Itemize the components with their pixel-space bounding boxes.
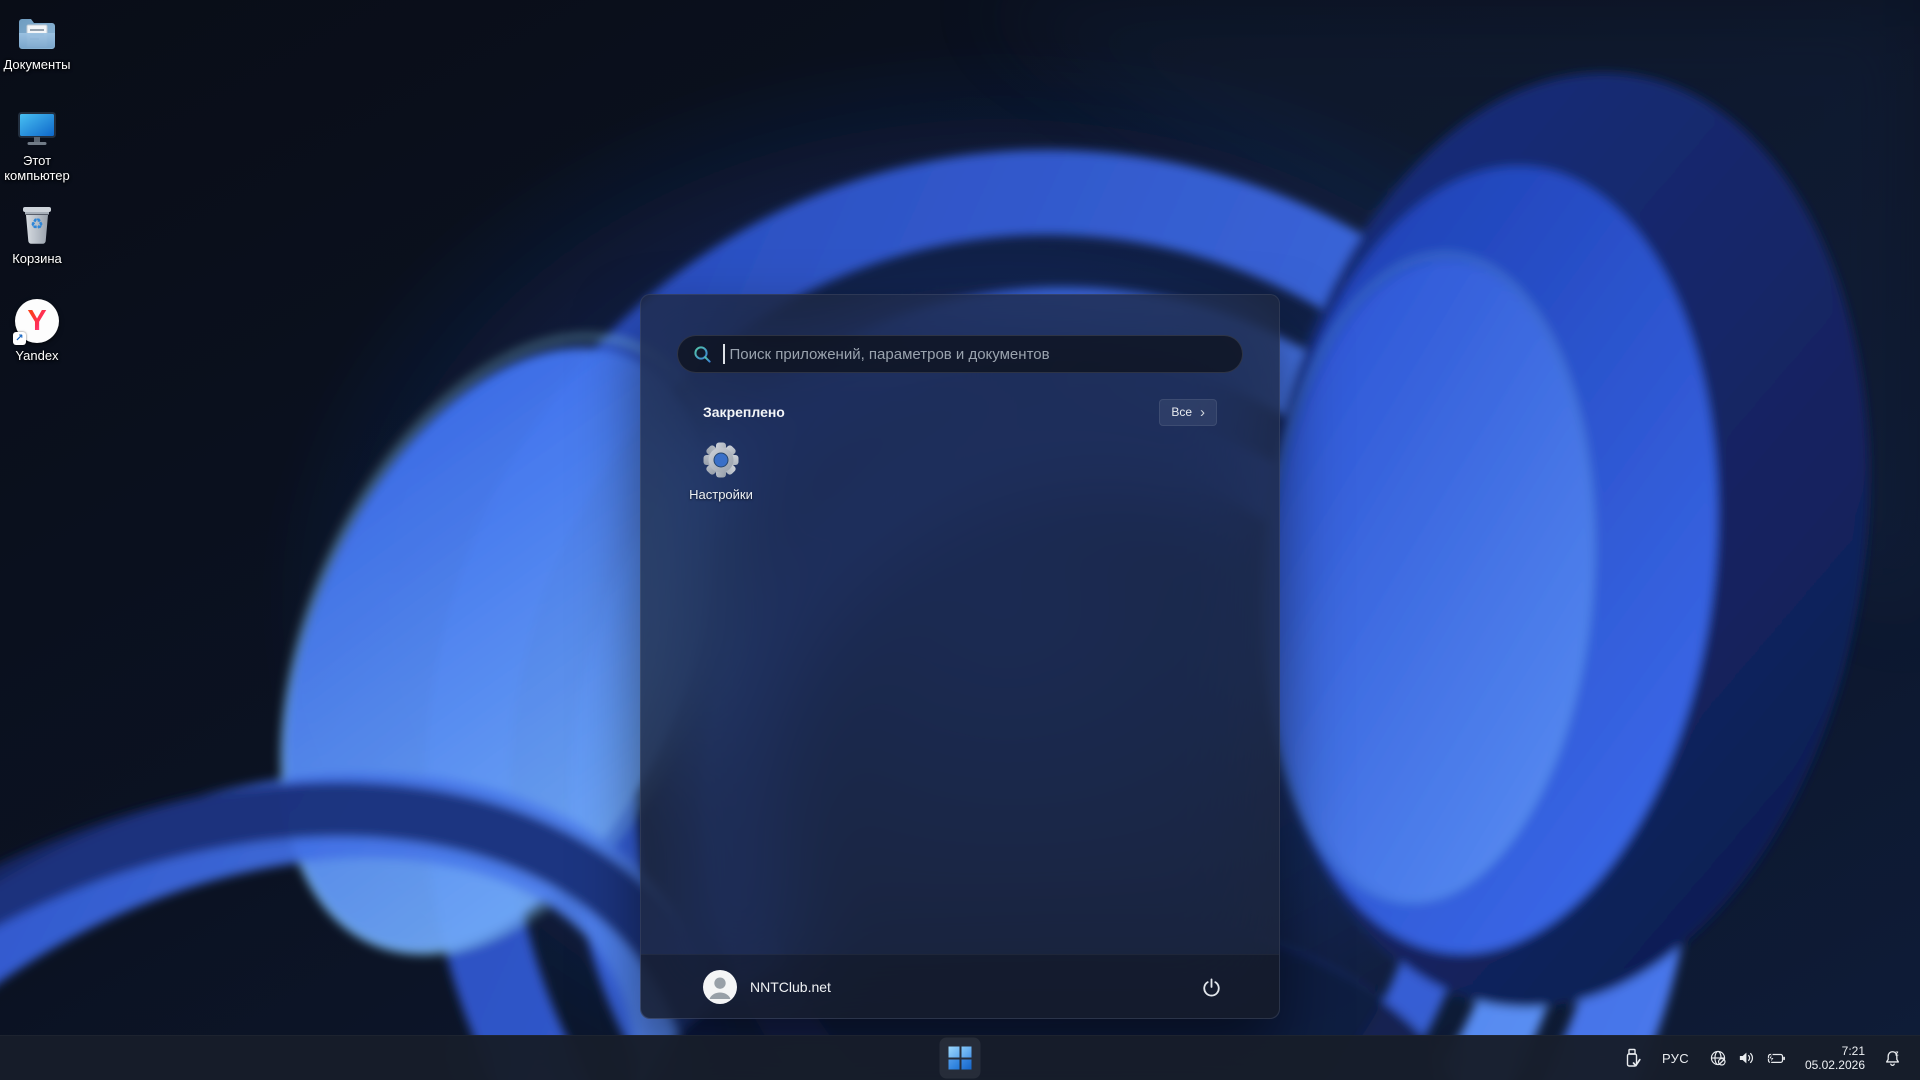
chevron-right-icon: ›	[1200, 403, 1205, 421]
desktop-icon-label: Этот компьютер	[4, 153, 70, 183]
volume-icon	[1739, 1052, 1753, 1064]
safely-remove-hardware-button[interactable]	[1614, 1040, 1651, 1076]
do-not-disturb-bell-icon: z	[1885, 1050, 1899, 1066]
system-tray: РУС 7:21 05.02.2026 z	[1614, 1036, 1910, 1080]
start-button[interactable]	[939, 1037, 981, 1079]
yandex-browser-icon: Y ↗	[13, 299, 59, 345]
tray-date: 05.02.2026	[1804, 1058, 1865, 1072]
search-icon	[694, 345, 711, 363]
desktop-icon-yandex[interactable]: Y ↗ Yandex	[1, 299, 73, 363]
shortcut-arrow-icon: ↗	[13, 332, 26, 345]
desktop-icon-label: Документы	[3, 57, 71, 72]
all-apps-label: Все	[1171, 405, 1192, 419]
desktop-icon-recycle-bin[interactable]: ♻ Корзина	[1, 202, 73, 266]
desktop-icon-label: Корзина	[12, 251, 62, 266]
documents-folder-icon	[16, 8, 58, 52]
desktop-icon-label: Yandex	[15, 348, 59, 363]
desktop: Документы Этот компьютер ♻ Корзина Y ↗ Y…	[0, 0, 1920, 1080]
user-account-button[interactable]: NNTClub.net	[703, 970, 831, 1004]
notifications-button[interactable]: z	[1875, 1040, 1910, 1076]
language-code: РУС	[1662, 1050, 1689, 1066]
all-apps-button[interactable]: Все ›	[1159, 398, 1217, 426]
start-menu: Закреплено Все › Настройки	[640, 294, 1280, 1019]
quick-settings-button[interactable]	[1700, 1040, 1795, 1076]
desktop-icon-documents[interactable]: Документы	[1, 8, 73, 72]
network-offline-globe-icon	[1710, 1050, 1726, 1066]
user-avatar-icon	[703, 970, 737, 1004]
pinned-app-settings[interactable]: Настройки	[673, 431, 769, 511]
text-caret	[723, 344, 725, 364]
recycle-symbol-icon: ♻	[30, 216, 44, 233]
windows-logo-icon	[948, 1046, 972, 1070]
start-menu-footer: NNTClub.net	[641, 954, 1279, 1018]
svg-text:z: z	[1895, 1050, 1899, 1057]
tray-time: 7:21	[1841, 1043, 1865, 1058]
recycle-bin-icon: ♻	[19, 202, 55, 246]
power-button[interactable]	[1191, 967, 1231, 1007]
this-pc-monitor-icon	[16, 104, 58, 148]
search-input[interactable]	[727, 344, 1230, 364]
usb-eject-icon	[1626, 1048, 1641, 1067]
power-icon	[1202, 977, 1220, 996]
settings-gear-icon	[703, 442, 739, 478]
taskbar: РУС 7:21 05.02.2026 z	[0, 1035, 1920, 1080]
user-name: NNTClub.net	[750, 979, 831, 995]
clock-button[interactable]: 7:21 05.02.2026	[1795, 1040, 1875, 1076]
pinned-section-header: Закреплено Все ›	[703, 397, 1217, 427]
pinned-title: Закреплено	[703, 404, 785, 420]
search-box[interactable]	[677, 335, 1243, 373]
pinned-app-label: Настройки	[689, 487, 753, 502]
battery-charging-icon	[1767, 1052, 1785, 1064]
desktop-icon-this-pc[interactable]: Этот компьютер	[1, 104, 73, 183]
language-indicator-button[interactable]: РУС	[1651, 1040, 1700, 1076]
